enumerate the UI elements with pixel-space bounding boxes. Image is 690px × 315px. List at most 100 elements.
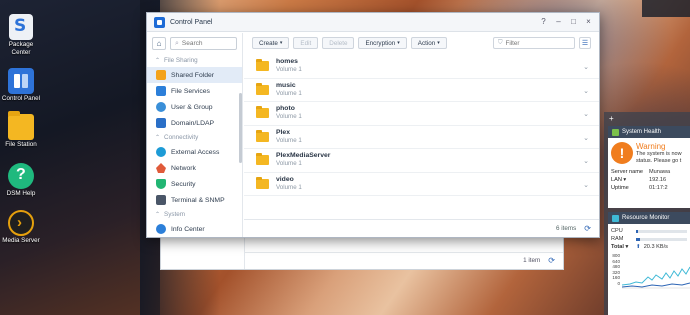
chevron-down-icon[interactable]: ⌄ [583, 110, 589, 118]
delete-label: Delete [329, 39, 348, 47]
search-icon: ⌕ [175, 39, 179, 47]
sidebar-item-label: File Services [171, 87, 210, 95]
folder-volume: Volume 1 [276, 136, 302, 144]
chevron-down-icon[interactable]: ⌄ [583, 63, 589, 71]
folder-row-plexmediaserver[interactable]: PlexMediaServer Volume 1 ⌄ [244, 149, 599, 173]
window-titlebar[interactable]: Control Panel ? – □ × [147, 13, 599, 32]
action-label: Action [417, 39, 436, 47]
health-status-label: Warning [636, 142, 666, 151]
health-row: Server name Munawa [608, 168, 690, 176]
minimize-button[interactable]: – [554, 16, 563, 28]
action-button[interactable]: Action ▾ [410, 37, 447, 49]
chevron-up-icon: ⌃ [155, 212, 161, 218]
section-system[interactable]: ⌃ System [147, 208, 242, 221]
background-window: 1 item ⟳ [160, 238, 564, 270]
folder-row-photo[interactable]: photo Volume 1 ⌄ [244, 102, 599, 126]
sidebar-search[interactable]: ⌕ [170, 37, 237, 50]
package-center-icon: S [9, 14, 33, 40]
resource-monitor-icon [612, 214, 619, 222]
taskbar-corner [642, 0, 690, 17]
chevron-down-icon[interactable]: ⌄ [583, 87, 589, 95]
chevron-down-icon[interactable]: ⌄ [583, 134, 589, 142]
edit-label: Edit [300, 39, 312, 47]
upload-arrow-icon: ⬆ [636, 244, 641, 250]
terminal-icon [156, 195, 166, 205]
sidebar-item-terminal-snmp[interactable]: Terminal & SNMP [147, 192, 242, 208]
folder-name: homes [276, 58, 298, 66]
encryption-button[interactable]: Encryption ▾ [358, 37, 407, 49]
desktop-label: Control Panel [1, 95, 41, 102]
health-key: Server name [611, 169, 644, 175]
list-view-button[interactable]: ☰ [579, 37, 591, 49]
sidebar: ⌂ ⌕ ⌃ File Sharing Shared Folder File Se… [147, 33, 243, 237]
health-key: LAN ▾ [611, 177, 627, 183]
refresh-icon[interactable]: ⟳ [584, 224, 591, 233]
filter-box[interactable]: ⛉ [493, 37, 575, 49]
add-widget-icon[interactable]: + [609, 114, 614, 123]
maximize-button[interactable]: □ [569, 16, 578, 28]
desktop-label: File Station [5, 141, 37, 148]
ram-label: RAM [611, 236, 624, 242]
sidebar-item-domain-ldap[interactable]: Domain/LDAP [147, 115, 242, 131]
ram-bar [636, 237, 687, 241]
edit-button[interactable]: Edit [293, 37, 319, 49]
section-file-sharing[interactable]: ⌃ File Sharing [147, 54, 242, 67]
help-button[interactable]: ? [539, 16, 548, 28]
resource-monitor-widget: Resource Monitor CPU RAM Total ▾ ⬆ 20.3 … [608, 212, 690, 315]
create-label: Create [259, 39, 278, 47]
network-total-row[interactable]: Total ▾ ⬆ 20.3 KB/s [608, 243, 690, 251]
item-count: 1 item [523, 257, 541, 264]
desktop-icon-media-server[interactable]: › Media Server [0, 210, 42, 244]
close-button[interactable]: × [584, 16, 593, 28]
folder-volume: Volume 1 [276, 89, 302, 97]
filter-input[interactable] [505, 39, 566, 47]
sidebar-item-info-center[interactable]: Info Center [147, 221, 242, 237]
folder-name: PlexMediaServer [276, 152, 331, 160]
desktop-icon-dsm-help[interactable]: ? DSM Help [0, 163, 42, 197]
toolbar: Create ▾ Edit Delete Encryption ▾ Action… [244, 33, 599, 53]
sidebar-item-user-group[interactable]: User & Group [147, 99, 242, 115]
desktop-icon-package-center[interactable]: S Package Center [0, 14, 42, 56]
widget-header[interactable]: System Health [608, 126, 690, 138]
sidebar-item-network[interactable]: Network [147, 160, 242, 176]
file-services-icon [156, 86, 166, 96]
widget-title: System Health [622, 129, 662, 135]
folder-row-video[interactable]: video Volume 1 ⌄ [244, 173, 599, 196]
chevron-down-icon[interactable]: ⌄ [583, 157, 589, 165]
sidebar-item-file-services[interactable]: File Services [147, 83, 242, 99]
sidebar-item-shared-folder[interactable]: Shared Folder [147, 67, 242, 83]
chevron-down-icon[interactable]: ⌄ [583, 181, 589, 189]
chevron-up-icon: ⌃ [155, 58, 161, 64]
desktop-label: Media Server [2, 237, 40, 244]
folder-row-homes[interactable]: homes Volume 1 ⌄ [244, 55, 599, 79]
health-row[interactable]: LAN ▾ 192.16 [608, 176, 690, 184]
control-panel-icon [8, 68, 34, 94]
folder-volume: Volume 1 [276, 113, 302, 121]
health-status: ! Warning The system is now status. Plea… [608, 138, 690, 168]
caret-down-icon: ▾ [279, 40, 283, 46]
sidebar-item-security[interactable]: Security [147, 176, 242, 192]
sidebar-top: ⌂ ⌕ [147, 33, 242, 54]
caret-down-icon: ▾ [397, 40, 400, 46]
sidebar-item-external-access[interactable]: External Access [147, 144, 242, 160]
desktop-icon-control-panel[interactable]: Control Panel [0, 68, 42, 102]
widget-header[interactable]: Resource Monitor [608, 212, 690, 224]
delete-button[interactable]: Delete [322, 37, 355, 49]
refresh-icon[interactable]: ⟳ [548, 256, 555, 265]
home-button[interactable]: ⌂ [152, 37, 166, 50]
create-button[interactable]: Create ▾ [252, 37, 290, 49]
folder-row-music[interactable]: music Volume 1 ⌄ [244, 79, 599, 102]
desktop-label: Package [8, 41, 34, 48]
section-connectivity[interactable]: ⌃ Connectivity [147, 131, 242, 144]
folder-row-plex[interactable]: Plex Volume 1 ⌄ [244, 126, 599, 149]
sidebar-item-label: Network [171, 164, 196, 172]
widget-title: Resource Monitor [622, 215, 670, 221]
chart-y-ticks: 800 640 480 320 160 0 [610, 253, 620, 287]
encryption-label: Encryption [365, 39, 396, 47]
sidebar-item-label: Security [171, 180, 196, 188]
sidebar-scrollbar[interactable] [239, 93, 242, 163]
folder-icon [256, 106, 269, 119]
desktop-icon-file-station[interactable]: File Station [0, 111, 42, 148]
chevron-up-icon: ⌃ [155, 135, 161, 141]
search-input[interactable] [181, 40, 232, 47]
